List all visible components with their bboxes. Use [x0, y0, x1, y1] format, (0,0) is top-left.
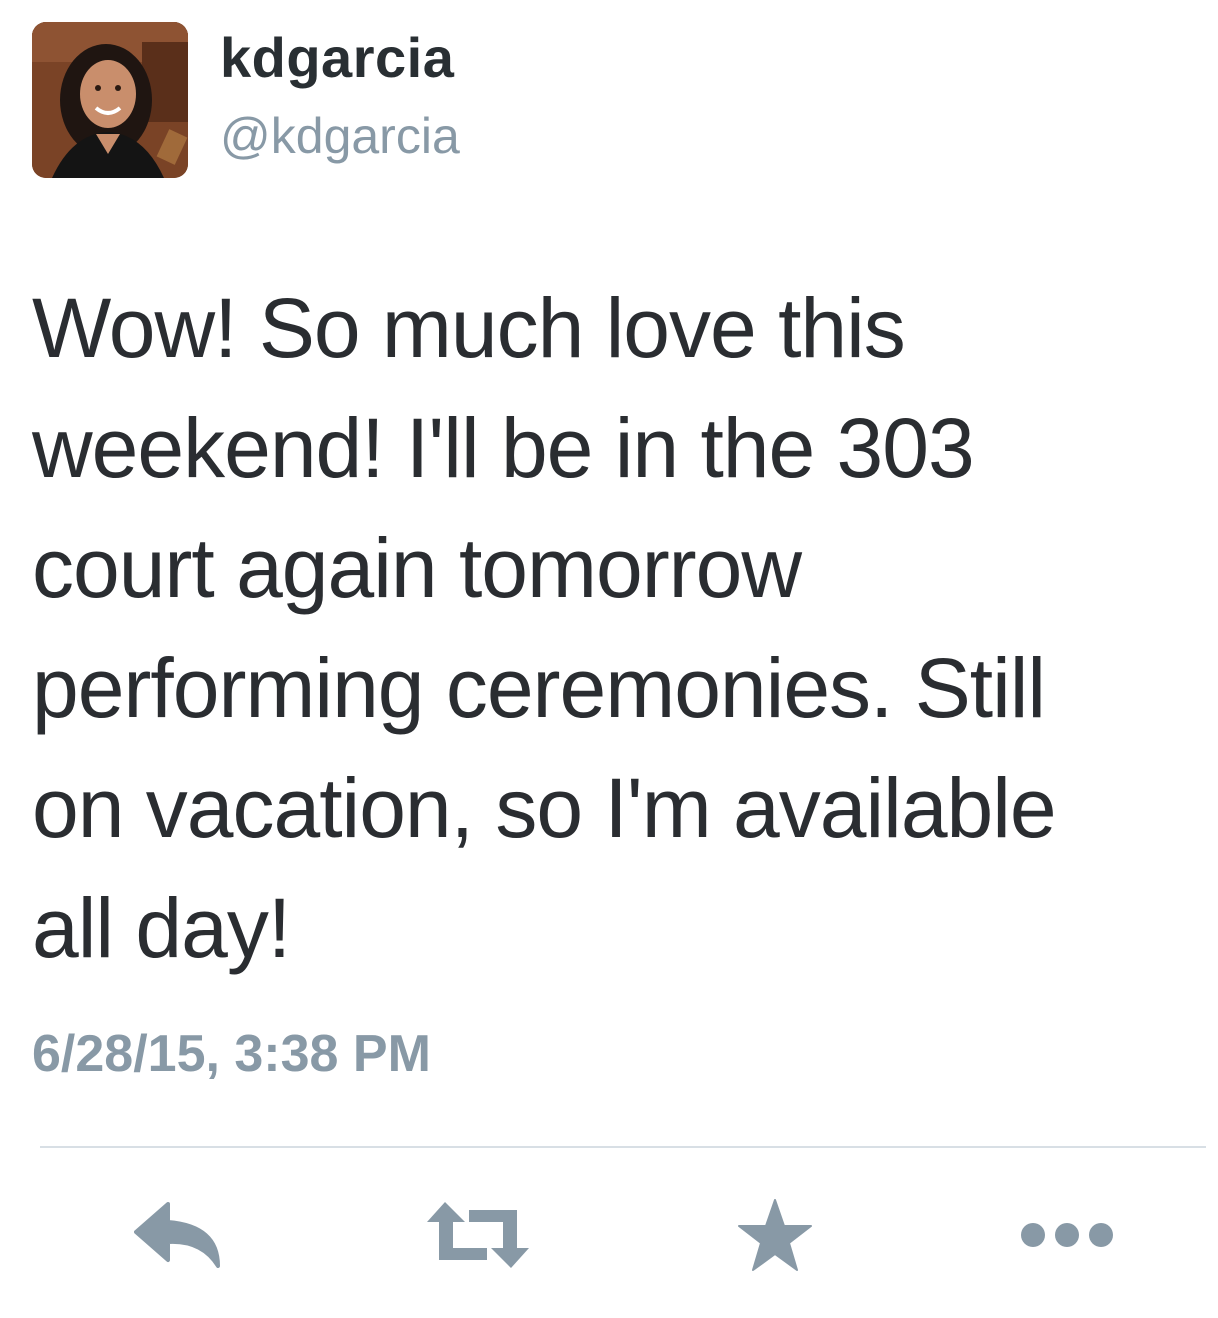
tweet-text-line: Wow! So much love this — [32, 281, 906, 375]
tweet-text-line: court again tomorrow — [32, 521, 802, 615]
avatar[interactable] — [32, 22, 188, 178]
reply-button[interactable] — [130, 1190, 230, 1280]
divider — [40, 1146, 1206, 1148]
tweet-timestamp: 6/28/15, 3:38 PM — [32, 1025, 431, 1083]
more-button[interactable] — [1012, 1190, 1122, 1280]
user-handle[interactable]: @kdgarcia — [220, 106, 460, 166]
more-icon — [1021, 1223, 1113, 1247]
tweet-text-line: weekend! I'll be in the 303 — [32, 401, 975, 495]
reply-icon — [134, 1202, 220, 1268]
retweet-button[interactable] — [418, 1190, 538, 1280]
tweet-text-line: all day! — [32, 881, 291, 975]
display-name[interactable]: kdgarcia — [220, 26, 454, 90]
tweet-text-line: on vacation, so I'm available — [32, 761, 1057, 855]
profile-photo-icon — [32, 22, 188, 178]
tweet-text-line: performing ceremonies. Still — [32, 641, 1046, 735]
retweet-icon — [427, 1202, 529, 1268]
tweet-text: Wow! So much love this weekend! I'll be … — [32, 268, 1192, 988]
star-icon — [738, 1199, 812, 1271]
favorite-button[interactable] — [730, 1190, 820, 1280]
